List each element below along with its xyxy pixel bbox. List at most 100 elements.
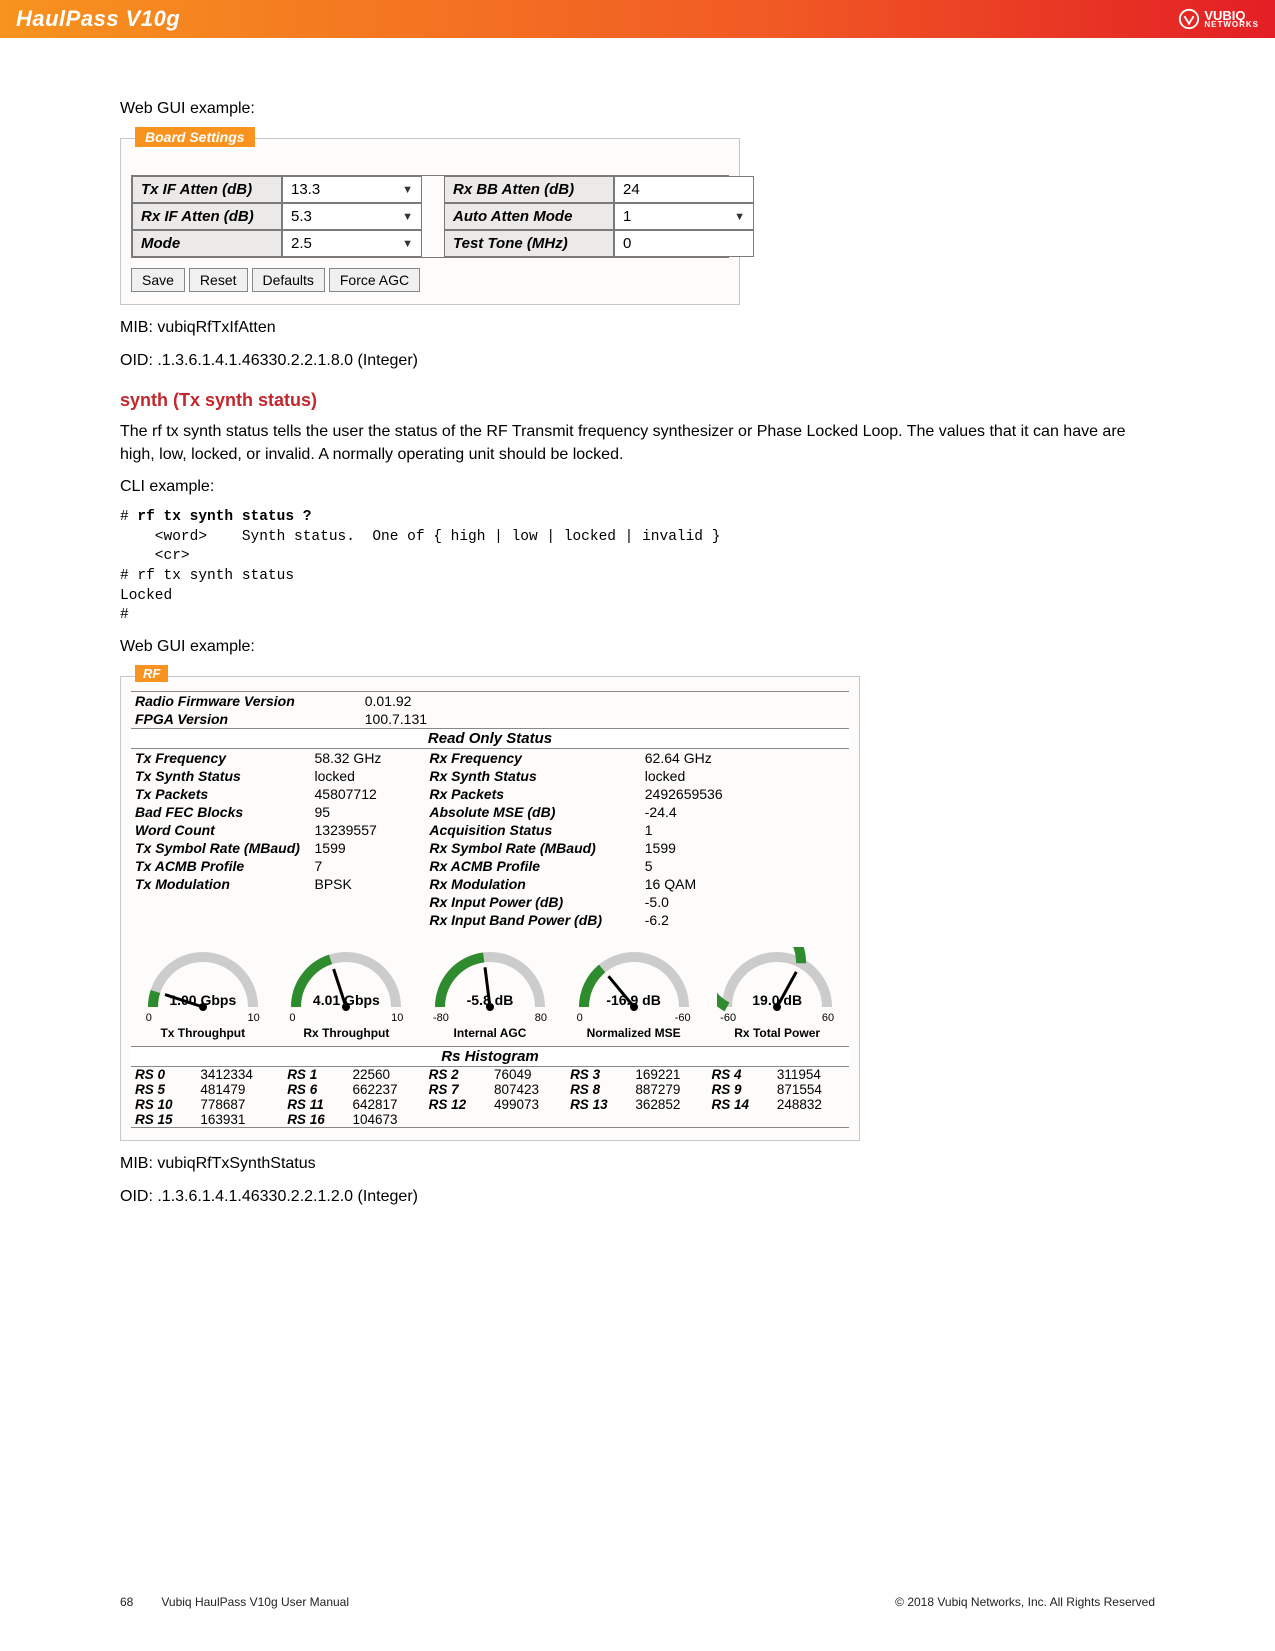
mib-2: MIB: vubiqRfTxSynthStatus [120, 1153, 1155, 1175]
rf-status-table: Tx Frequency58.32 GHzRx Frequency62.64 G… [131, 749, 849, 929]
hist-value: 362852 [631, 1097, 707, 1112]
rf-label [131, 911, 311, 929]
rf-value: 58.32 GHz [311, 749, 426, 767]
rf-value: locked [311, 767, 426, 785]
hist-value: 499073 [490, 1097, 566, 1112]
rf-label: Tx Modulation [131, 875, 311, 893]
hist-value: 662237 [349, 1082, 425, 1097]
gauge-row: 1.00 Gbps010Tx Throughput4.01 Gbps010Rx … [131, 947, 849, 1040]
gauge-value: -16.9 dB [569, 992, 699, 1008]
gauge-max: 10 [391, 1012, 403, 1024]
gauge-max: 60 [822, 1012, 834, 1024]
save-button[interactable]: Save [131, 268, 185, 292]
bs-value-dropdown: 24 [614, 176, 754, 203]
reset-button[interactable]: Reset [189, 268, 248, 292]
gauge-label: Internal AGC [425, 1026, 555, 1040]
hist-label: RS 13 [566, 1097, 631, 1112]
chevron-down-icon: ▼ [734, 211, 745, 223]
rf-value [311, 911, 426, 929]
rf-label: FPGA Version [131, 710, 361, 728]
oid-2: OID: .1.3.6.1.4.1.46330.2.2.1.2.0 (Integ… [120, 1186, 1155, 1208]
hist-label: RS 10 [131, 1097, 196, 1112]
hist-label: RS 11 [283, 1097, 348, 1112]
gauge: 1.00 Gbps010Tx Throughput [138, 947, 268, 1040]
gauge: 19.0 dB -60 60 Rx Total Power [712, 947, 842, 1040]
hist-label: RS 6 [283, 1082, 348, 1097]
hist-value: 76049 [490, 1067, 566, 1082]
rf-label: Rx Modulation [425, 875, 640, 893]
logo-sub: NETWORKS [1204, 21, 1259, 28]
rf-value: 16 QAM [641, 875, 849, 893]
rf-label: Tx Symbol Rate (MBaud) [131, 839, 311, 857]
hist-label: RS 7 [425, 1082, 490, 1097]
hist-value: 169221 [631, 1067, 707, 1082]
hist-value [631, 1112, 707, 1128]
rf-value: -24.4 [641, 803, 849, 821]
rf-value: 1 [641, 821, 849, 839]
chevron-down-icon: ▼ [402, 238, 413, 250]
hist-label: RS 2 [425, 1067, 490, 1082]
bs-value-dropdown[interactable]: 5.3▼ [282, 203, 422, 230]
hist-label: RS 0 [131, 1067, 196, 1082]
rf-value: 45807712 [311, 785, 426, 803]
rf-label: Tx Packets [131, 785, 311, 803]
hist-label: RS 9 [708, 1082, 773, 1097]
gauge-min: 0 [146, 1012, 152, 1024]
rf-label: Rx Input Power (dB) [425, 893, 640, 911]
hist-label [425, 1112, 490, 1128]
hist-value: 642817 [349, 1097, 425, 1112]
hist-value: 22560 [349, 1067, 425, 1082]
bs-label: Auto Atten Mode [444, 203, 614, 230]
gauge-min: -80 [433, 1012, 449, 1024]
defaults-button[interactable]: Defaults [252, 268, 325, 292]
chevron-down-icon: ▼ [402, 184, 413, 196]
gauge-label: Rx Throughput [281, 1026, 411, 1040]
brand-logo: VUBIQ NETWORKS [1178, 8, 1259, 30]
rf-value: 1599 [641, 839, 849, 857]
gauge: -16.9 dB0-60Normalized MSE [569, 947, 699, 1040]
rf-label: Rx Frequency [425, 749, 640, 767]
app-title: HaulPass V10g [16, 6, 180, 32]
rf-label: Rx ACMB Profile [425, 857, 640, 875]
bs-value-dropdown[interactable]: 2.5▼ [282, 230, 422, 257]
oid-1: OID: .1.3.6.1.4.1.46330.2.2.1.8.0 (Integ… [120, 350, 1155, 372]
hist-label [708, 1112, 773, 1128]
rf-label: Absolute MSE (dB) [425, 803, 640, 821]
force-agc-button[interactable]: Force AGC [329, 268, 420, 292]
bs-label: Rx BB Atten (dB) [444, 176, 614, 203]
rf-label: Rx Input Band Power (dB) [425, 911, 640, 929]
rs-histogram-title: Rs Histogram [131, 1046, 849, 1067]
rf-label: Bad FEC Blocks [131, 803, 311, 821]
hist-label: RS 8 [566, 1082, 631, 1097]
rf-value: 62.64 GHz [641, 749, 849, 767]
hist-value: 3412334 [196, 1067, 283, 1082]
rf-value: BPSK [311, 875, 426, 893]
gauge-min: -60 [720, 1012, 736, 1024]
board-settings-panel: Board Settings Tx IF Atten (dB)13.3▼Rx B… [120, 138, 740, 305]
rf-legend: RF [135, 665, 168, 682]
bs-label: Mode [132, 230, 282, 257]
gauge-value: 1.00 Gbps [138, 992, 268, 1008]
doc-title: Vubiq HaulPass V10g User Manual [161, 1595, 349, 1609]
bs-value-dropdown[interactable]: 1▼ [614, 203, 754, 230]
rf-value: 7 [311, 857, 426, 875]
hist-label: RS 3 [566, 1067, 631, 1082]
bs-value-dropdown: 0 [614, 230, 754, 257]
bs-value-dropdown[interactable]: 13.3▼ [282, 176, 422, 203]
cli-output: # rf tx synth status ? <word> Synth stat… [120, 508, 1155, 625]
rf-label [131, 893, 311, 911]
gauge-max: -60 [675, 1012, 691, 1024]
hist-value: 248832 [773, 1097, 849, 1112]
gauge-value: 4.01 Gbps [281, 992, 411, 1008]
hist-value: 163931 [196, 1112, 283, 1128]
gauge-label: Rx Total Power [712, 1026, 842, 1040]
hist-label: RS 14 [708, 1097, 773, 1112]
hist-label: RS 15 [131, 1112, 196, 1128]
rf-label: Acquisition Status [425, 821, 640, 839]
gauge-value: -5.8 dB [425, 992, 555, 1008]
rf-label: Radio Firmware Version [131, 692, 361, 711]
gauge-value: 19.0 dB [712, 992, 842, 1008]
rf-value: 100.7.131 [361, 710, 849, 728]
hist-label: RS 1 [283, 1067, 348, 1082]
gauge-label: Tx Throughput [138, 1026, 268, 1040]
